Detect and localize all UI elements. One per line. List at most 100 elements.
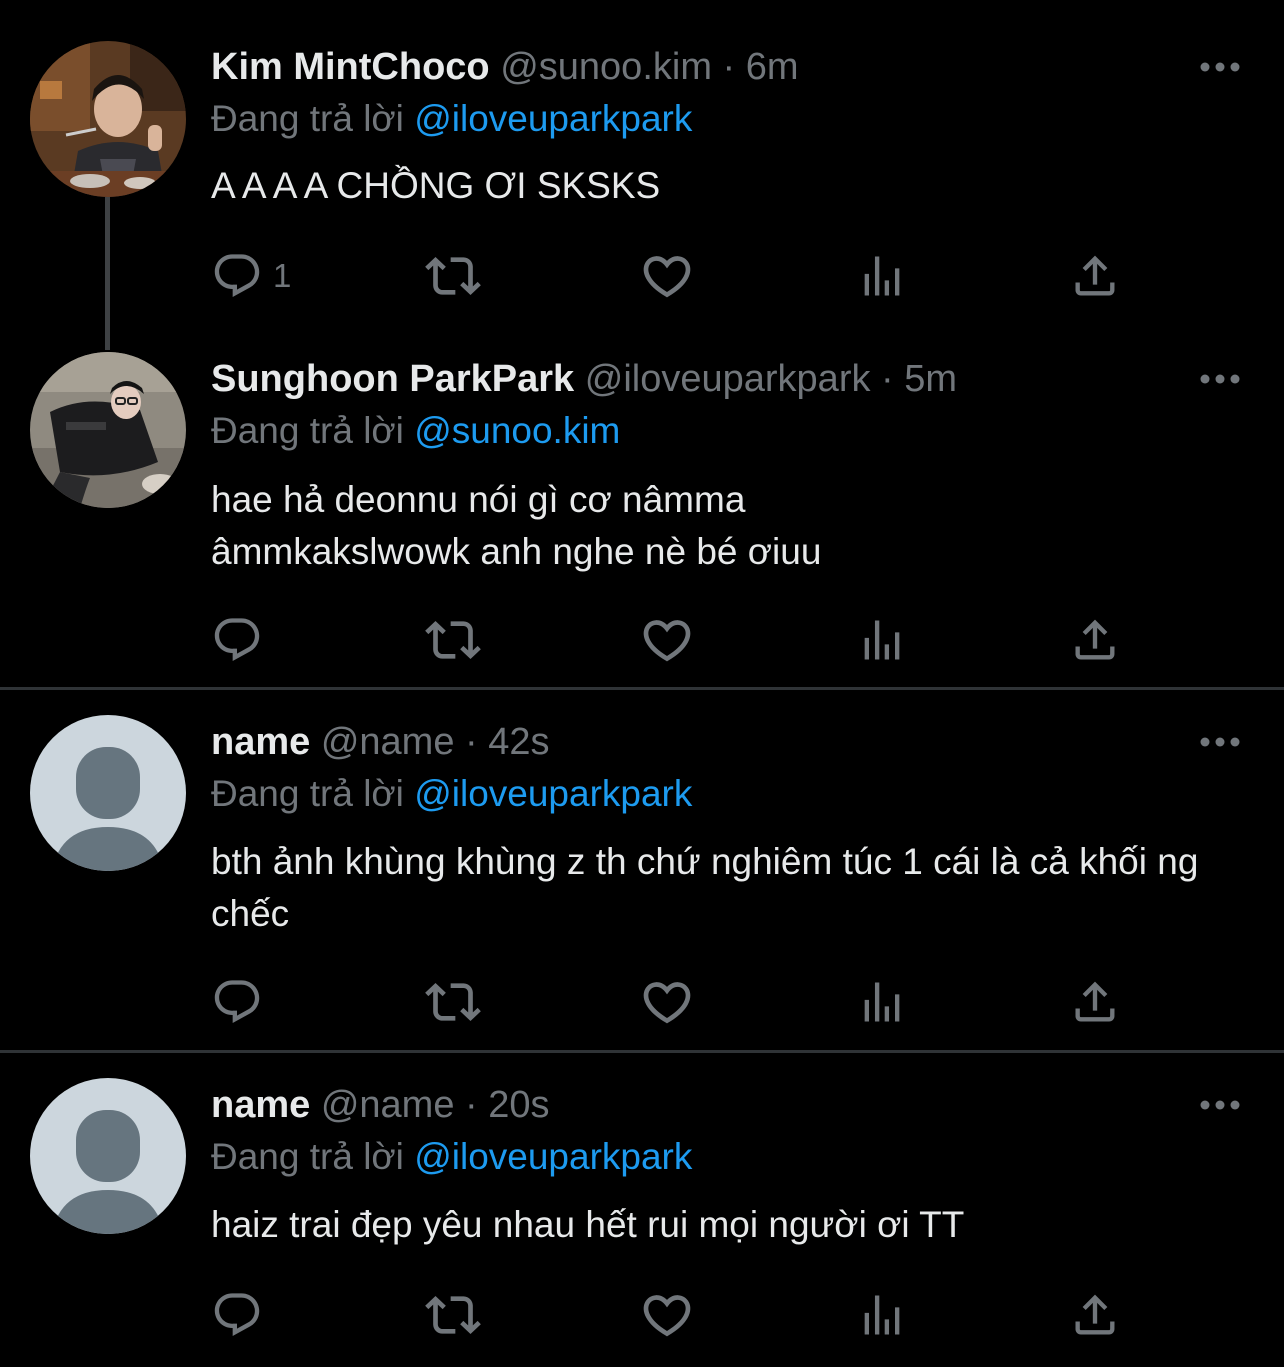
replying-to-mention[interactable]: @iloveuparkpark — [414, 1136, 692, 1177]
retweet-button[interactable] — [425, 612, 481, 668]
share-icon — [1069, 976, 1121, 1028]
timestamp[interactable]: 6m — [746, 46, 799, 88]
share-icon — [1069, 1289, 1121, 1341]
views-icon — [856, 250, 908, 302]
like-icon — [639, 1287, 695, 1343]
display-name[interactable]: name — [211, 1084, 310, 1126]
tweet-text: bth ảnh khùng khùng z th chứ nghiêm túc … — [211, 841, 1209, 934]
more-icon — [1196, 1090, 1244, 1120]
tweet-1[interactable]: Kim MintChoco @sunoo.kim · 6m Đang trả l… — [0, 0, 1284, 350]
replying-to-label: Đang trả lời — [211, 1136, 404, 1177]
reply-button[interactable]: 1 — [211, 248, 291, 304]
replying-to: Đang trả lời @iloveuparkpark — [211, 1132, 692, 1182]
retweet-button[interactable] — [425, 1287, 481, 1343]
replying-to-label: Đang trả lời — [211, 773, 404, 814]
tweet-2[interactable]: Sunghoon ParkPark @iloveuparkpark · 5m Đ… — [0, 340, 1284, 688]
avatar[interactable] — [30, 1078, 186, 1234]
default-avatar-icon — [30, 1078, 186, 1234]
separator-dot: · — [881, 358, 894, 400]
more-icon — [1196, 364, 1244, 394]
reply-button[interactable] — [211, 974, 263, 1030]
tweet-header: name @name · 42s — [211, 717, 550, 767]
retweet-icon — [425, 974, 481, 1030]
retweet-icon — [425, 1287, 481, 1343]
reply-icon — [211, 614, 263, 666]
tweet-text: haiz trai đẹp yêu nhau hết rui mọi người… — [211, 1204, 965, 1245]
reply-icon — [211, 976, 263, 1028]
share-icon — [1069, 250, 1121, 302]
views-icon — [856, 976, 908, 1028]
share-button[interactable] — [1069, 974, 1121, 1030]
reply-count: 1 — [273, 257, 292, 294]
tweet-header: name @name · 20s — [211, 1080, 550, 1130]
like-button[interactable] — [639, 612, 695, 668]
tweet-4[interactable]: name @name · 20s Đang trả lời @iloveupar… — [0, 1053, 1284, 1367]
views-icon — [856, 614, 908, 666]
tweet-header: Kim MintChoco @sunoo.kim · 6m — [211, 42, 799, 92]
share-button[interactable] — [1069, 1287, 1121, 1343]
replying-to-mention[interactable]: @iloveuparkpark — [414, 773, 692, 814]
more-options-button[interactable] — [1196, 52, 1244, 82]
display-name[interactable]: name — [211, 721, 310, 763]
replying-to-mention[interactable]: @iloveuparkpark — [414, 98, 692, 139]
user-handle[interactable]: @iloveuparkpark — [585, 358, 871, 400]
user-handle[interactable]: @name — [321, 721, 455, 763]
display-name[interactable]: Sunghoon ParkPark — [211, 358, 574, 400]
avatar-photo — [30, 41, 186, 197]
user-handle[interactable]: @name — [321, 1084, 455, 1126]
separator-dot: · — [465, 721, 478, 763]
like-icon — [639, 974, 695, 1030]
retweet-icon — [425, 248, 481, 304]
more-options-button[interactable] — [1196, 1090, 1244, 1120]
like-button[interactable] — [639, 248, 695, 304]
like-icon — [639, 612, 695, 668]
replying-to: Đang trả lời @sunoo.kim — [211, 406, 620, 456]
reply-icon — [211, 1289, 263, 1341]
tweet-header: Sunghoon ParkPark @iloveuparkpark · 5m — [211, 354, 957, 404]
separator-dot: · — [465, 1084, 478, 1126]
avatar[interactable] — [30, 715, 186, 871]
avatar-photo — [30, 352, 186, 508]
views-button[interactable] — [856, 248, 908, 304]
display-name[interactable]: Kim MintChoco — [211, 46, 490, 88]
timestamp[interactable]: 42s — [488, 721, 549, 763]
like-button[interactable] — [639, 1287, 695, 1343]
action-bar — [211, 1287, 1131, 1343]
like-button[interactable] — [639, 974, 695, 1030]
user-handle[interactable]: @sunoo.kim — [500, 46, 712, 88]
share-icon — [1069, 614, 1121, 666]
views-button[interactable] — [856, 974, 908, 1030]
reply-button[interactable] — [211, 612, 263, 668]
reply-button[interactable] — [211, 1287, 263, 1343]
more-options-button[interactable] — [1196, 364, 1244, 394]
retweet-button[interactable] — [425, 974, 481, 1030]
avatar[interactable] — [30, 352, 186, 508]
share-button[interactable] — [1069, 612, 1121, 668]
tweet-text: hae hả deonnu nói gì cơ nâmma âmmkakslwo… — [211, 479, 822, 572]
timestamp[interactable]: 5m — [904, 358, 957, 400]
replying-to-label: Đang trả lời — [211, 98, 404, 139]
thread-connector — [105, 197, 110, 350]
replying-to: Đang trả lời @iloveuparkpark — [211, 94, 692, 144]
views-button[interactable] — [856, 1287, 908, 1343]
action-bar — [211, 974, 1131, 1030]
action-bar: 1 — [211, 248, 1131, 304]
replying-to-label: Đang trả lời — [211, 410, 404, 451]
more-icon — [1196, 727, 1244, 757]
views-icon — [856, 1289, 908, 1341]
tweet-text: A A A A CHỒNG ƠI SKSKS — [211, 165, 661, 206]
replying-to: Đang trả lời @iloveuparkpark — [211, 769, 692, 819]
tweet-3[interactable]: name @name · 42s Đang trả lời @iloveupar… — [0, 690, 1284, 1051]
retweet-icon — [425, 612, 481, 668]
like-icon — [639, 248, 695, 304]
more-icon — [1196, 52, 1244, 82]
share-button[interactable] — [1069, 248, 1121, 304]
reply-icon — [211, 250, 263, 302]
replying-to-mention[interactable]: @sunoo.kim — [414, 410, 620, 451]
more-options-button[interactable] — [1196, 727, 1244, 757]
views-button[interactable] — [856, 612, 908, 668]
default-avatar-icon — [30, 715, 186, 871]
avatar[interactable] — [30, 41, 186, 197]
timestamp[interactable]: 20s — [488, 1084, 549, 1126]
retweet-button[interactable] — [425, 248, 481, 304]
